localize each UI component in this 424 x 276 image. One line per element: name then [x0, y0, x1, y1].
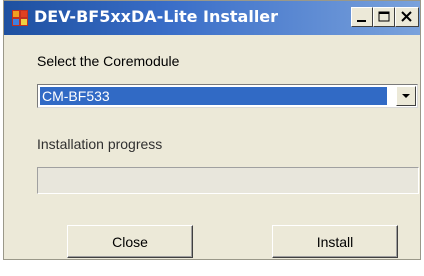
app-icon: [12, 10, 28, 26]
progress-label: Installation progress: [37, 136, 163, 152]
close-window-button[interactable]: [395, 7, 419, 27]
coremodule-selected-value: CM-BF533: [40, 87, 387, 105]
window-title: DEV-BF5xxDA-Lite Installer: [34, 7, 279, 26]
coremodule-select[interactable]: CM-BF533: [37, 84, 418, 108]
installation-progress-bar: [37, 167, 419, 194]
chevron-down-icon: [402, 94, 410, 98]
maximize-button[interactable]: [373, 7, 395, 27]
install-button[interactable]: Install: [272, 225, 398, 258]
dropdown-button[interactable]: [396, 86, 416, 106]
close-icon: [401, 11, 412, 22]
close-button[interactable]: Close: [67, 225, 193, 258]
title-bar[interactable]: DEV-BF5xxDA-Lite Installer: [4, 1, 420, 35]
minimize-icon: [357, 20, 366, 22]
installer-window: DEV-BF5xxDA-Lite Installer Select the Co…: [3, 0, 421, 260]
maximize-icon: [378, 11, 390, 22]
coremodule-label: Select the Coremodule: [37, 53, 180, 69]
minimize-button[interactable]: [351, 7, 373, 27]
